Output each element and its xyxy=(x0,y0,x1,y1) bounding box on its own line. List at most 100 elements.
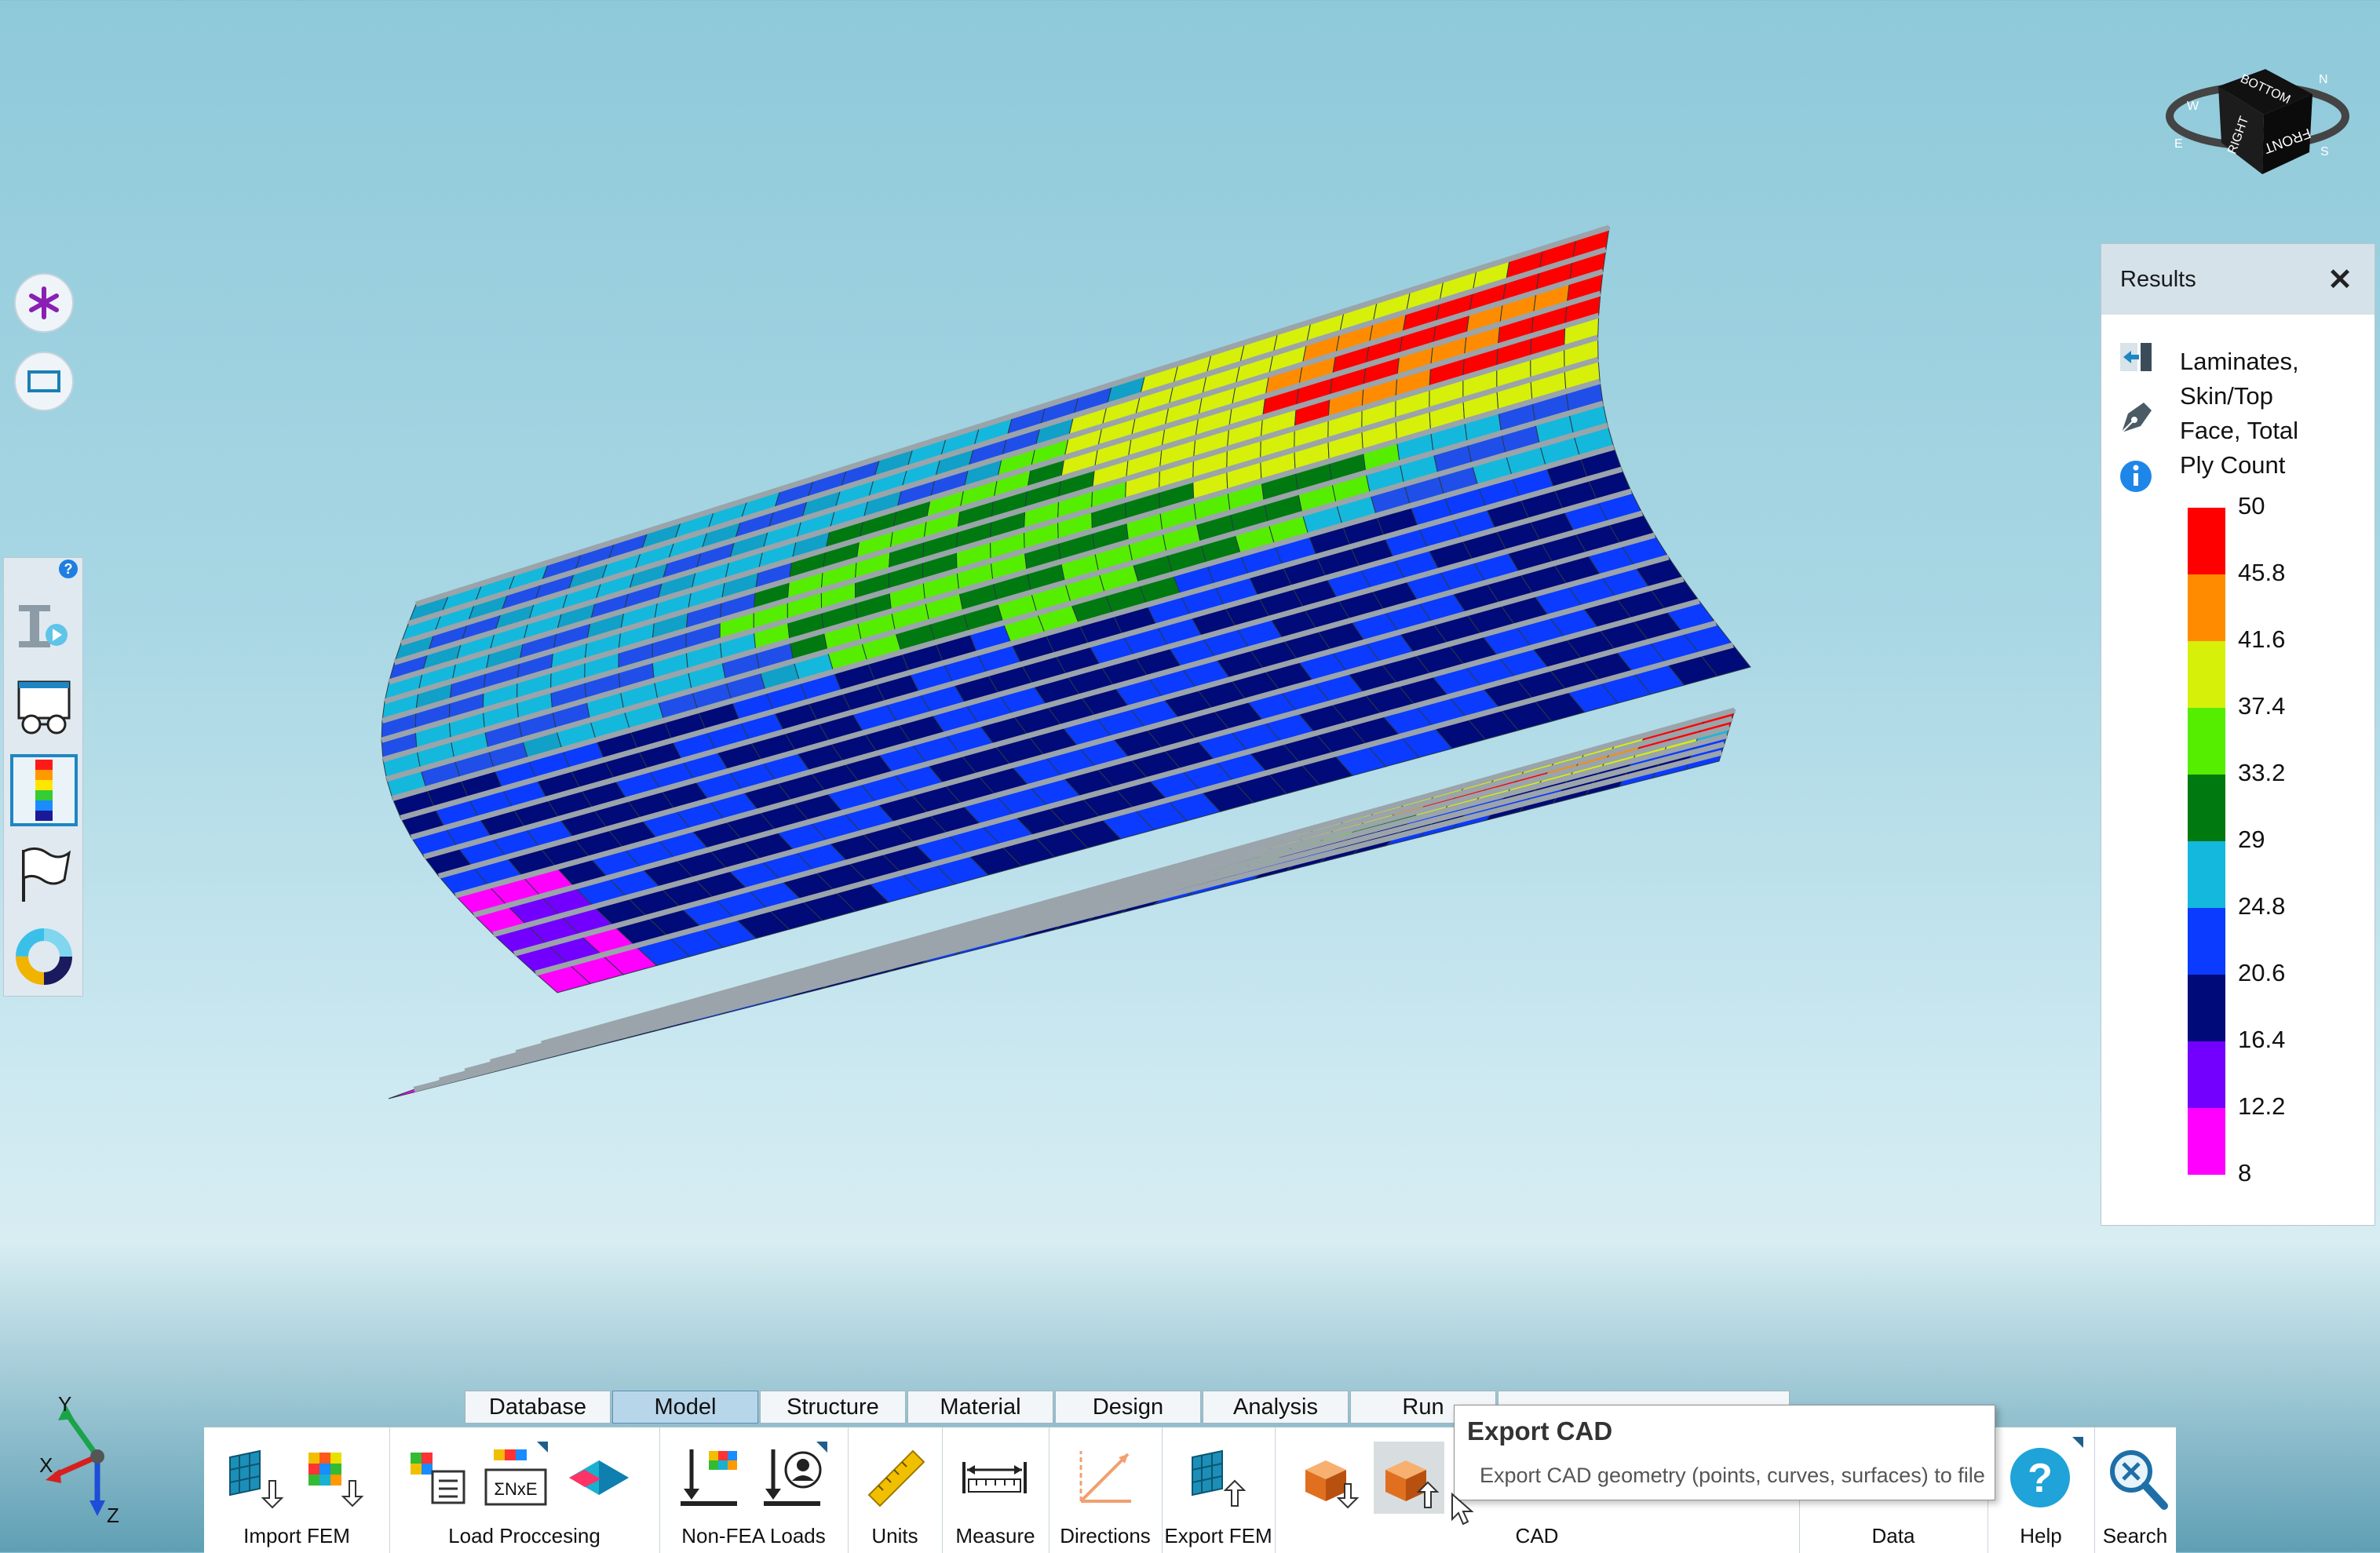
color-legend-icon xyxy=(35,760,53,821)
legend-label: 50 xyxy=(2238,492,2265,519)
non-fea-load-button[interactable] xyxy=(673,1442,744,1514)
group-label-units: Units xyxy=(871,1524,918,1548)
results-header: Results ✕ xyxy=(2101,244,2375,315)
group-label-load-processing: Load Proccesing xyxy=(448,1524,600,1548)
group-label-search: Search xyxy=(2102,1524,2168,1548)
sigma-load-icon: ΣNxE xyxy=(484,1449,547,1506)
group-label-data: Data xyxy=(1871,1524,1915,1548)
export-cad-button[interactable] xyxy=(1374,1442,1444,1514)
svg-text:?: ? xyxy=(2028,1456,2053,1501)
results-import-icon xyxy=(308,1453,364,1507)
mesh-import-icon xyxy=(229,1449,284,1509)
rectangle-icon xyxy=(27,370,60,392)
group-label-directions: Directions xyxy=(1060,1524,1151,1548)
glasses-icon xyxy=(17,680,71,735)
group-measure: Measure xyxy=(942,1427,1049,1553)
tab-database[interactable]: Database xyxy=(465,1391,611,1424)
collapse-panel-button[interactable] xyxy=(2117,327,2161,387)
export-fem-button[interactable] xyxy=(1182,1442,1253,1514)
compass-s: S xyxy=(2320,145,2329,159)
axis-triad: Y X Z xyxy=(39,1397,119,1527)
legend-swatch xyxy=(2188,574,2225,641)
results-panel: Results ✕ Laminates, Skin/Top Face, Tota… xyxy=(2101,243,2375,1226)
load-set-button[interactable] xyxy=(402,1442,473,1514)
legend-label: 41.6 xyxy=(2238,625,2286,653)
dropdown-indicator-icon xyxy=(537,1442,548,1453)
ruler-icon xyxy=(867,1449,925,1507)
group-non-fea-loads: Non-FEA Loads xyxy=(659,1427,849,1553)
group-directions: Directions xyxy=(1049,1427,1163,1553)
description-line: Ply Count xyxy=(2180,451,2286,479)
tab-structure[interactable]: Structure xyxy=(760,1391,906,1424)
group-label-measure: Measure xyxy=(955,1524,1035,1548)
beam-tool-button[interactable] xyxy=(10,589,78,662)
i-beam-play-icon xyxy=(19,605,68,647)
legend-label: 37.4 xyxy=(2238,692,2286,720)
dropdown-indicator-icon xyxy=(2072,1437,2083,1448)
legend-swatch xyxy=(2188,708,2225,775)
compass-e: E xyxy=(2174,137,2183,151)
viewer-tool-button[interactable] xyxy=(10,673,78,745)
legend-label: 33.2 xyxy=(2238,759,2286,786)
flag-tool-button[interactable] xyxy=(10,839,78,911)
info-icon xyxy=(2120,461,2152,492)
axis-y-label: Y xyxy=(58,1397,71,1416)
user-load-icon xyxy=(764,1449,822,1506)
help-button[interactable]: ? xyxy=(2005,1437,2083,1514)
units-button[interactable] xyxy=(860,1442,931,1514)
legend-swatch xyxy=(2188,1108,2225,1175)
info-button[interactable] xyxy=(2117,447,2161,506)
mesh-export-icon xyxy=(1192,1449,1247,1507)
search-button[interactable] xyxy=(2101,1442,2171,1514)
legend-label: 20.6 xyxy=(2238,959,2286,986)
help-badge[interactable]: ? xyxy=(59,560,78,578)
results-title: Results xyxy=(2120,266,2196,292)
tab-design[interactable]: Design xyxy=(1055,1391,1201,1424)
legend-color-bar xyxy=(2188,508,2225,1175)
import-fem-mesh-button[interactable] xyxy=(220,1442,290,1514)
group-label-import-fem: Import FEM xyxy=(243,1524,350,1548)
edit-legend-button[interactable] xyxy=(2117,387,2161,447)
caliper-icon xyxy=(962,1462,1027,1493)
group-search: Search xyxy=(2094,1427,2176,1553)
legend-swatch xyxy=(2188,841,2225,908)
rectangle-select-button[interactable] xyxy=(14,352,74,411)
group-export-fem: Export FEM xyxy=(1162,1427,1276,1553)
compass-n: N xyxy=(2319,73,2328,86)
asterisk-icon xyxy=(29,286,59,319)
measure-button[interactable] xyxy=(959,1442,1030,1514)
legend-label: 29 xyxy=(2238,826,2265,853)
axis-x-label: X xyxy=(39,1453,53,1477)
legend-swatch xyxy=(2188,975,2225,1041)
model-viewport[interactable] xyxy=(0,0,2380,1552)
collapse-arrow-icon xyxy=(2120,343,2152,371)
tooltip-title: Export CAD xyxy=(1467,1416,1613,1445)
non-fea-user-load-button[interactable] xyxy=(757,1442,827,1514)
chart-tool-button[interactable] xyxy=(10,920,78,993)
flag-icon xyxy=(22,848,71,902)
results-tool-button[interactable] xyxy=(10,754,78,826)
group-label-non-fea-loads: Non-FEA Loads xyxy=(681,1524,826,1548)
tooltip-body: Export CAD geometry (points, curves, sur… xyxy=(1480,1464,1985,1487)
donut-chart-icon xyxy=(16,928,72,985)
group-units: Units xyxy=(848,1427,943,1553)
directions-button[interactable] xyxy=(1069,1442,1140,1514)
asterisk-button[interactable] xyxy=(14,273,74,333)
group-label-help: Help xyxy=(2020,1524,2062,1548)
group-label-cad: CAD xyxy=(1515,1524,1559,1548)
diamond-map-icon xyxy=(569,1460,629,1495)
tab-material[interactable]: Material xyxy=(907,1391,1053,1424)
import-fem-results-button[interactable] xyxy=(298,1442,369,1514)
description-line: Face, Total xyxy=(2180,417,2299,444)
load-sum-button[interactable]: ΣNxE xyxy=(480,1442,551,1514)
close-icon[interactable]: ✕ xyxy=(2327,262,2353,297)
compass-w: W xyxy=(2187,100,2199,113)
tab-model[interactable]: Model xyxy=(612,1391,758,1424)
view-cube[interactable]: BOTTOM RIGHT FRONT W N E S xyxy=(2163,55,2352,188)
load-list-icon xyxy=(411,1453,465,1504)
import-cad-button[interactable] xyxy=(1294,1442,1364,1514)
pen-nib-icon xyxy=(2121,403,2152,433)
tab-analysis[interactable]: Analysis xyxy=(1203,1391,1349,1424)
cad-export-icon xyxy=(1385,1460,1440,1508)
load-mapping-button[interactable] xyxy=(564,1442,634,1514)
